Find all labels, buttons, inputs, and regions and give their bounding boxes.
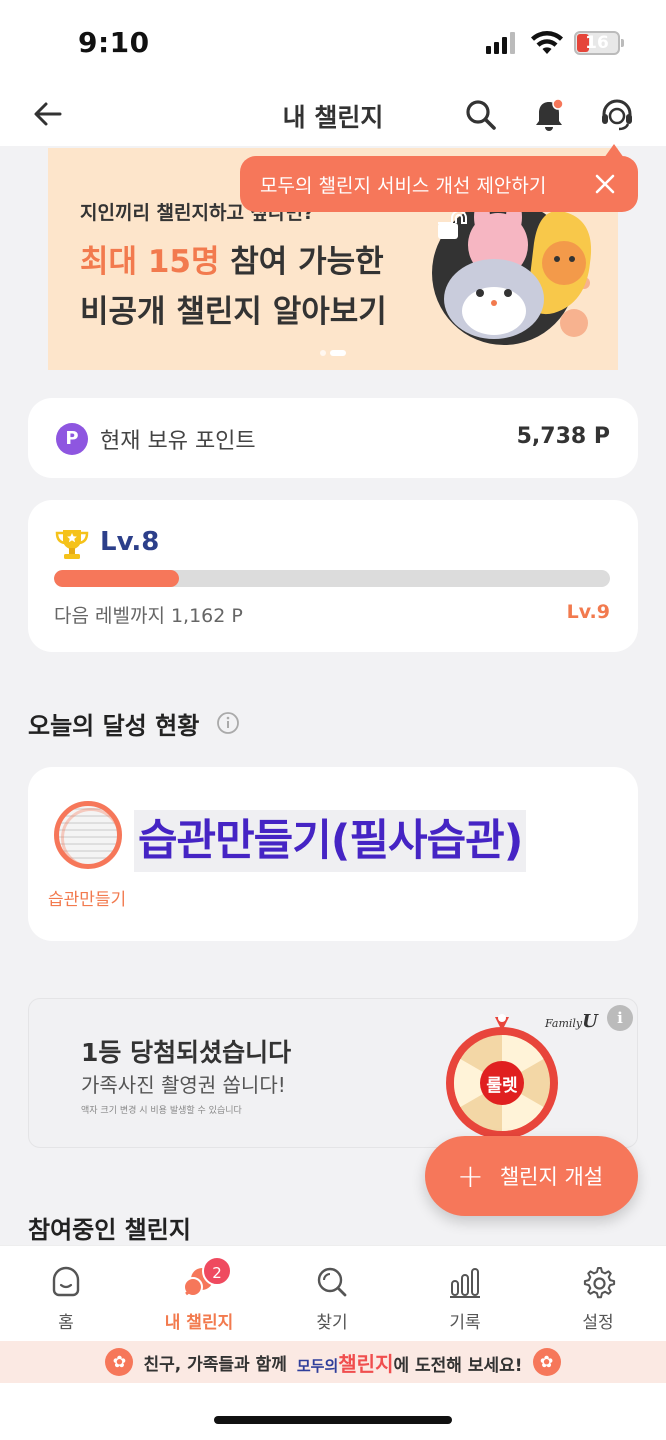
plus-icon: + <box>457 1157 484 1195</box>
home-indicator[interactable] <box>214 1416 452 1424</box>
search-tab-icon <box>317 1267 347 1297</box>
participating-section-title: 참여중인 챌린지 <box>28 1216 191 1244</box>
level-card[interactable]: Lv.8 다음 레벨까지 1,162 P Lv.9 <box>28 500 638 652</box>
banner-headline-1-rest: 참여 가능한 <box>219 244 384 280</box>
feedback-tooltip[interactable]: 모두의 챌린지 서비스 개선 제안하기 <box>240 144 638 212</box>
points-label: 현재 보유 포인트 <box>100 429 256 454</box>
level-progress-fill <box>54 570 180 587</box>
notification-badge: 2 <box>202 1256 232 1286</box>
current-level: Lv.8 <box>100 527 160 557</box>
banner-headline-1: 최대 15명 참여 가능한 <box>80 236 384 281</box>
banner-headline-2: 비공개 챌린지 알아보기 <box>80 294 387 330</box>
chart-icon <box>450 1268 480 1298</box>
point-icon: P <box>56 423 88 455</box>
create-challenge-button[interactable]: + 챌린지 개설 <box>425 1136 638 1216</box>
tab-home-label: 홈 <box>58 1313 74 1333</box>
tooltip-text: 모두의 챌린지 서비스 개선 제안하기 <box>260 174 547 197</box>
challenge-caption: 습관만들기 <box>48 890 127 910</box>
tab-records-label: 기록 <box>449 1313 481 1333</box>
banner-highlight: 최대 15명 <box>80 244 220 280</box>
next-level: Lv.9 <box>566 601 610 623</box>
footer-suffix: 에 도전해 보세요! <box>393 1355 523 1376</box>
ad-note: 액자 크기 변경 시 비용 발생할 수 있습니다 <box>81 1106 242 1116</box>
status-bar: 9:10 16 <box>0 0 666 84</box>
customer-support-icon[interactable] <box>598 96 636 134</box>
tab-search[interactable]: 찾기 <box>266 1264 398 1333</box>
roulette-label: 룰렛 <box>486 1076 518 1096</box>
wifi-icon <box>531 31 563 54</box>
level-progress-track <box>54 570 610 587</box>
home-indicator-area <box>0 1383 666 1440</box>
footer-promo-banner[interactable]: ✿ 친구, 가족들과 함께 모두의챌린지에 도전해 보세요! ✿ <box>0 1341 666 1383</box>
tab-settings[interactable]: 설정 <box>532 1264 664 1333</box>
status-time: 9:10 <box>78 26 150 59</box>
trophy-icon <box>55 530 89 559</box>
banner-pagination <box>320 350 346 356</box>
tab-settings-label: 설정 <box>582 1313 614 1333</box>
next-level-label: 다음 레벨까지 <box>54 605 165 627</box>
paw-icon: ✿ <box>105 1348 134 1376</box>
ad-info-icon[interactable]: i <box>607 1005 633 1031</box>
create-challenge-label: 챌린지 개설 <box>499 1165 604 1189</box>
info-icon[interactable] <box>216 711 240 735</box>
battery-icon: 16 <box>574 31 624 55</box>
ad-headline: 1등 당첨되셨습니다 <box>81 1038 292 1067</box>
home-icon <box>52 1266 80 1297</box>
next-level-info: 다음 레벨까지 1,162 P <box>54 601 243 628</box>
signal-icon <box>486 32 515 54</box>
app-header: 내 챌린지 <box>0 84 666 146</box>
gear-icon <box>583 1267 616 1299</box>
footer-brand-a: 모두의 <box>296 1356 339 1375</box>
banner-characters-illustration <box>432 203 592 345</box>
today-challenge-card[interactable]: 습관만들기(필사습관) 습관만들기 <box>28 767 638 941</box>
brand-big: U <box>582 1011 598 1032</box>
challenge-title-overlay: 습관만들기(필사습관) <box>134 810 527 872</box>
challenge-thumbnail[interactable] <box>54 801 122 869</box>
ad-subline: 가족사진 촬영권 쏩니다! <box>81 1073 286 1097</box>
notification-bell-icon[interactable] <box>530 96 568 134</box>
ad-banner[interactable]: 1등 당첨되셨습니다 가족사진 촬영권 쏩니다! 액자 크기 변경 시 비용 발… <box>28 998 638 1148</box>
points-to-next-level: 1,162 P <box>170 605 243 627</box>
footer-prefix: 친구, 가족들과 함께 <box>143 1354 287 1375</box>
bottom-tab-bar: 홈 내 챌린지 찾기 기록 설정 <box>0 1245 666 1341</box>
points-card[interactable]: P 현재 보유 포인트 5,738 P <box>28 398 638 478</box>
today-section-title: 오늘의 달성 현황 <box>28 712 200 740</box>
tab-my-challenge[interactable]: 내 챌린지 <box>133 1264 265 1333</box>
tab-my-challenge-label: 내 챌린지 <box>164 1313 234 1333</box>
search-icon[interactable] <box>462 96 500 134</box>
tab-search-label: 찾기 <box>316 1313 348 1333</box>
paw-icon: ✿ <box>532 1348 561 1376</box>
close-icon[interactable] <box>592 171 618 197</box>
footer-brand: 모두의챌린지에 도전해 보세요! <box>297 1348 523 1377</box>
footer-brand-b: 챌린지 <box>338 1351 394 1376</box>
battery-level: 16 <box>585 33 609 53</box>
tab-records[interactable]: 기록 <box>399 1264 531 1333</box>
tab-home[interactable]: 홈 <box>0 1264 132 1333</box>
points-value: 5,738 P <box>516 424 610 449</box>
